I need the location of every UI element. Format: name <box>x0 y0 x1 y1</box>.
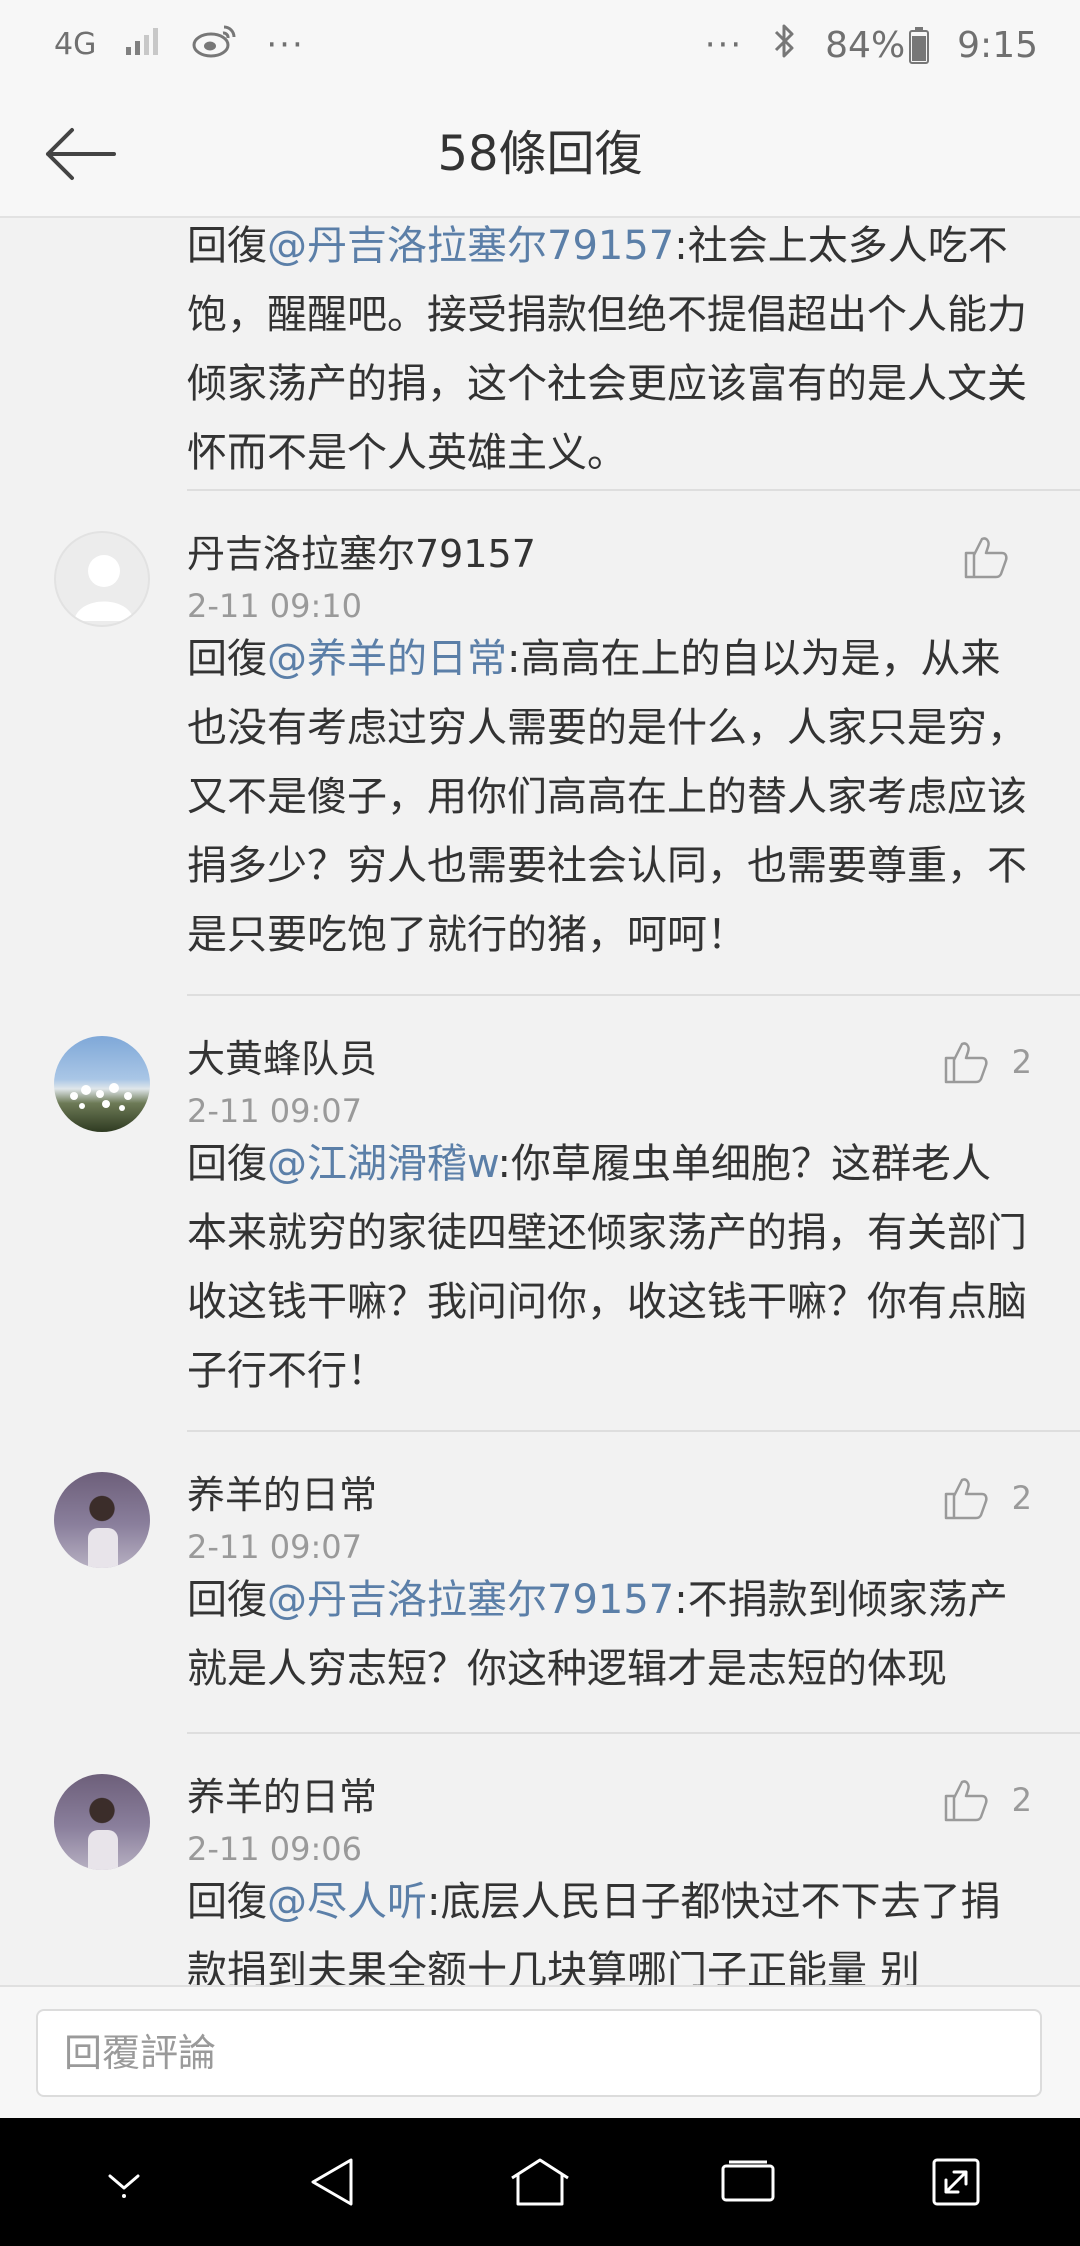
comment-item[interactable]: 养羊的日常 2-11 09:07 2 回復@丹吉洛拉塞尔79157:不捐款到倾家… <box>0 1432 1080 1732</box>
battery-indicator: 84% <box>825 24 930 66</box>
mention-link[interactable]: @丹吉洛拉塞尔79157 <box>267 223 674 269</box>
like-button[interactable]: 2 <box>942 1776 1032 1824</box>
truncated-comment-body: 回復@丹吉洛拉塞尔79157:社会上太多人吃不饱，醒醒吧。接受捐款但绝不提倡超出… <box>187 218 1027 488</box>
mention-link[interactable]: @养羊的日常 <box>267 636 507 682</box>
reply-input[interactable]: 回覆評論 <box>36 2009 1042 2097</box>
signal-icon <box>124 25 164 66</box>
comment-body: 回復@养羊的日常:高高在上的自以为是，从来也没有考虑过穷人需要的是什么，人家只是… <box>187 625 1027 970</box>
weibo-icon <box>192 23 238 68</box>
flower-photo-icon <box>70 1083 132 1111</box>
status-left-more: ··· <box>266 25 305 65</box>
reply-prefix: 回復 <box>187 1141 267 1187</box>
header: 58條回復 <box>0 90 1080 218</box>
nav-home-button[interactable] <box>480 2132 600 2232</box>
page-title: 58條回復 <box>437 126 643 182</box>
back-triangle-icon <box>311 2158 353 2206</box>
mention-link[interactable]: @尽人听 <box>267 1879 427 1925</box>
avatar[interactable] <box>54 531 150 627</box>
comment-time: 2-11 09:10 <box>187 587 363 625</box>
avatar[interactable] <box>54 1774 150 1870</box>
thumbs-up-icon <box>964 537 1008 579</box>
comment-item[interactable]: 丹吉洛拉塞尔79157 2-11 09:10 回復@养羊的日常:高高在上的自以为… <box>0 491 1080 979</box>
reply-prefix: 回復 <box>187 223 267 269</box>
nav-expand-button[interactable] <box>896 2132 1016 2232</box>
expand-icon <box>932 2158 980 2206</box>
like-button[interactable]: 2 <box>942 1474 1032 1522</box>
nav-recents-button[interactable] <box>688 2132 808 2232</box>
comment-text: :高高在上的自以为是，从来也没有考虑过穷人需要的是什么，人家只是穷，又不是傻子，… <box>187 636 1027 958</box>
collapse-nav-button[interactable] <box>64 2132 184 2232</box>
like-button[interactable]: 2 <box>942 1038 1032 1086</box>
battery-icon <box>909 27 930 64</box>
thumbs-up-icon <box>944 1478 988 1520</box>
status-right-more: ··· <box>704 25 744 65</box>
chevron-down-icon <box>108 2174 140 2198</box>
comment-body: 回復@尽人听:底层人民日子都快过不下去了捐款捐到夫果全额十几块算哪门子正能量 别 <box>187 1868 1027 1985</box>
back-button[interactable] <box>42 116 122 192</box>
avatar-figure <box>88 1528 118 1568</box>
reply-prefix: 回復 <box>187 636 267 682</box>
comment-time: 2-11 09:07 <box>187 1092 363 1130</box>
comment-item[interactable]: 养羊的日常 2-11 09:06 2 回復@尽人听:底层人民日子都快过不下去了捐… <box>0 1734 1080 1985</box>
reply-bar: 回覆評論 <box>0 1985 1080 2118</box>
network-indicator: 4G <box>54 27 97 62</box>
comment-list[interactable]: 回復@丹吉洛拉塞尔79157:社会上太多人吃不饱，醒醒吧。接受捐款但绝不提倡超出… <box>0 218 1080 1985</box>
clock: 9:15 <box>957 24 1038 66</box>
recents-icon <box>721 2160 775 2202</box>
nav-back-button[interactable] <box>272 2132 392 2232</box>
reply-prefix: 回復 <box>187 1577 267 1623</box>
status-right: ··· 84% 9:15 <box>705 21 1038 70</box>
comment-author[interactable]: 丹吉洛拉塞尔79157 <box>187 523 536 578</box>
comment-body: 回復@江湖滑稽w:你草履虫单细胞？这群老人本来就穷的家徒四壁还倾家荡产的捐，有关… <box>187 1130 1027 1406</box>
avatar[interactable] <box>54 1472 150 1568</box>
like-count: 2 <box>1011 1043 1032 1081</box>
comment-author[interactable]: 养羊的日常 <box>187 1766 377 1821</box>
thumbs-up-icon <box>944 1780 988 1822</box>
bluetooth-icon <box>771 21 797 70</box>
status-bar: 4G ··· ··· 84% 9:15 <box>0 0 1080 90</box>
comment-time: 2-11 09:06 <box>187 1830 363 1868</box>
default-avatar-icon <box>74 555 134 621</box>
mention-link[interactable]: @丹吉洛拉塞尔79157 <box>267 1577 674 1623</box>
arrow-left-icon <box>46 128 116 180</box>
comment-body: 回復@丹吉洛拉塞尔79157:不捐款到倾家荡产就是人穷志短？你这种逻辑才是志短的… <box>187 1566 1027 1704</box>
like-count: 2 <box>1011 1479 1032 1517</box>
status-left: 4G ··· <box>54 23 305 68</box>
avatar-figure <box>88 1830 118 1870</box>
comment-author[interactable]: 大黄蜂队员 <box>187 1028 377 1083</box>
comment-author[interactable]: 养羊的日常 <box>187 1464 377 1519</box>
like-count: 2 <box>1011 1781 1032 1819</box>
comment-item[interactable]: 大黄蜂队员 2-11 09:07 2 回復@江湖滑稽w:你草履虫单细胞？这群老人… <box>0 996 1080 1432</box>
mention-link[interactable]: @江湖滑稽w <box>267 1141 498 1187</box>
navigation-bar <box>0 2118 1080 2246</box>
avatar[interactable] <box>54 1036 150 1132</box>
comment-time: 2-11 09:07 <box>187 1528 363 1566</box>
home-icon <box>511 2158 569 2206</box>
like-button[interactable] <box>962 533 1032 581</box>
reply-prefix: 回復 <box>187 1879 267 1925</box>
battery-percent: 84% <box>825 24 906 66</box>
thumbs-up-icon <box>944 1042 988 1084</box>
